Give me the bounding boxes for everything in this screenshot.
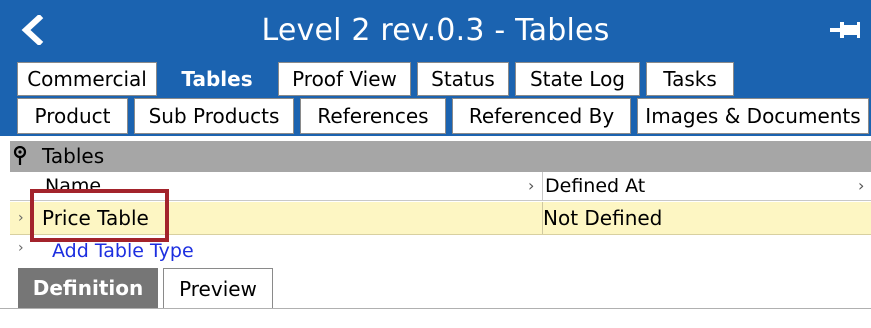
tab-commercial[interactable]: Commercial	[17, 62, 157, 96]
tab-status[interactable]: Status	[417, 62, 509, 96]
pin-button[interactable]	[825, 14, 865, 46]
section-title: Tables	[42, 144, 105, 168]
tab-definition[interactable]: Definition	[18, 268, 158, 308]
tab-images-documents[interactable]: Images & Documents	[637, 98, 869, 134]
divider	[0, 308, 871, 309]
tab-strip: Commercial Tables Proof View Status Stat…	[0, 60, 871, 136]
row-indicator-icon: ›	[18, 240, 24, 256]
tab-proof-view[interactable]: Proof View	[278, 62, 411, 96]
column-header-defined-at[interactable]: Defined At	[545, 172, 645, 200]
tab-sub-products[interactable]: Sub Products	[134, 98, 294, 134]
column-divider[interactable]	[542, 172, 543, 200]
tab-tasks[interactable]: Tasks	[646, 62, 734, 96]
tab-state-log[interactable]: State Log	[515, 62, 640, 96]
tab-preview[interactable]: Preview	[163, 268, 273, 308]
pin-icon	[830, 22, 860, 38]
title-bar: Level 2 rev.0.3 - Tables	[0, 0, 871, 60]
highlight-box	[30, 189, 169, 242]
window-title: Level 2 rev.0.3 - Tables	[261, 13, 610, 48]
bottom-tab-strip: Definition Preview	[0, 268, 871, 308]
row-indicator-icon: ›	[18, 210, 24, 226]
tab-product[interactable]: Product	[17, 98, 128, 134]
chevron-right-icon[interactable]: ›	[528, 176, 534, 195]
tab-referenced-by[interactable]: Referenced By	[452, 98, 631, 134]
pin-icon[interactable]	[12, 146, 28, 166]
cell-defined-at[interactable]: Not Defined	[543, 202, 662, 234]
tab-tables[interactable]: Tables	[162, 62, 272, 96]
chevron-right-icon[interactable]: ›	[858, 176, 864, 195]
tab-references[interactable]: References	[300, 98, 446, 134]
section-header: Tables	[10, 141, 871, 172]
